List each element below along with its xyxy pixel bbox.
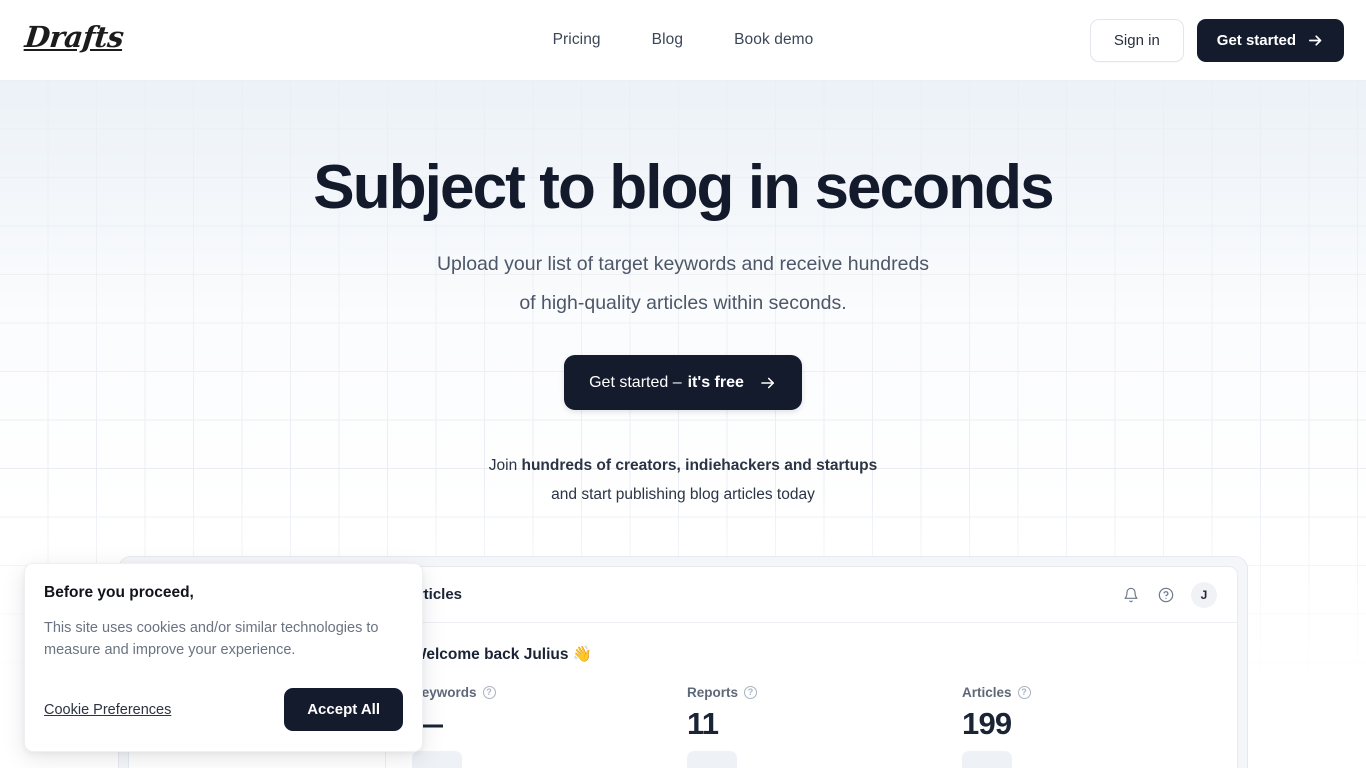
metric-value: 199	[962, 706, 1012, 741]
cookie-banner-actions: Cookie Preferences Accept All	[44, 688, 403, 731]
brand-logo[interactable]: Drafts	[23, 20, 125, 54]
metric-badge	[962, 751, 1012, 768]
header-actions: Sign in Get started	[1089, 19, 1344, 62]
metric-card: Keywords ? —	[412, 685, 687, 768]
accept-all-button[interactable]: Accept All	[284, 688, 403, 731]
social-proof-suffix: and start publishing blog articles today	[551, 486, 815, 504]
hero-cta-emphasis: it's free	[687, 373, 744, 391]
arrow-right-icon	[759, 374, 777, 392]
cookie-banner-body: This site uses cookies and/or similar te…	[44, 620, 379, 658]
site-header: Drafts Pricing Blog Book demo Sign in Ge…	[0, 0, 1366, 81]
metric-header: Articles ?	[962, 685, 1237, 700]
metric-header: Reports ?	[687, 685, 962, 700]
hero-subtitle: Upload your list of target keywords and …	[363, 245, 1003, 323]
question-circle-icon[interactable]	[1156, 585, 1176, 605]
metric-header: Keywords ?	[412, 685, 687, 700]
social-proof-prefix: Join	[488, 457, 522, 475]
main-nav: Pricing Blog Book demo	[553, 31, 814, 49]
metric-label: Reports	[687, 685, 739, 700]
social-proof-text: Join hundreds of creators, indiehackers …	[483, 451, 883, 509]
hero-get-started-button[interactable]: Get started – it's free	[564, 355, 802, 411]
metric-value: —	[412, 706, 443, 741]
app-main: Welcome back Julius 👋 Keywords ? — Repor…	[386, 623, 1237, 768]
welcome-message: Welcome back Julius 👋	[412, 646, 593, 663]
help-icon[interactable]: ?	[1017, 686, 1031, 699]
social-proof-bold: hundreds of creators, indiehackers and s…	[521, 457, 878, 475]
bell-icon[interactable]	[1121, 585, 1141, 605]
arrow-right-icon	[1307, 32, 1324, 49]
help-icon[interactable]: ?	[482, 686, 496, 699]
hero-cta-wrapper: Get started – it's free	[0, 355, 1366, 411]
nav-item-blog[interactable]: Blog	[652, 31, 683, 49]
nav-item-book-demo[interactable]: Book demo	[734, 31, 813, 49]
metric-card: Reports ? 11	[687, 685, 962, 768]
hero-content: Subject to blog in seconds Upload your l…	[0, 81, 1366, 509]
cookie-banner-title: Before you proceed,	[44, 584, 194, 601]
metric-label: Articles	[962, 685, 1012, 700]
cookie-preferences-link[interactable]: Cookie Preferences	[44, 702, 171, 718]
metric-badge	[687, 751, 737, 768]
help-icon[interactable]: ?	[744, 686, 758, 699]
get-started-button[interactable]: Get started	[1196, 19, 1344, 62]
app-topbar-actions: J	[1121, 581, 1217, 608]
metric-card: Articles ? 199	[962, 685, 1237, 768]
nav-item-pricing[interactable]: Pricing	[553, 31, 601, 49]
cookie-consent-banner: Before you proceed, This site uses cooki…	[24, 563, 423, 752]
hero-subtitle-line-1: Upload your list of target keywords and …	[436, 253, 930, 276]
page-title: Subject to blog in seconds	[313, 153, 1054, 222]
metric-value: 11	[687, 706, 719, 741]
hero-cta-prefix: Get started –	[589, 373, 682, 391]
sign-in-button[interactable]: Sign in	[1089, 19, 1184, 62]
metric-badge	[412, 751, 462, 768]
metrics-row: Keywords ? — Reports ? 11 Articles ? 199	[412, 685, 1237, 768]
avatar[interactable]: J	[1191, 581, 1217, 608]
hero-subtitle-line-2: of high-quality articles within seconds.	[519, 292, 847, 315]
get-started-label: Get started	[1216, 32, 1296, 49]
